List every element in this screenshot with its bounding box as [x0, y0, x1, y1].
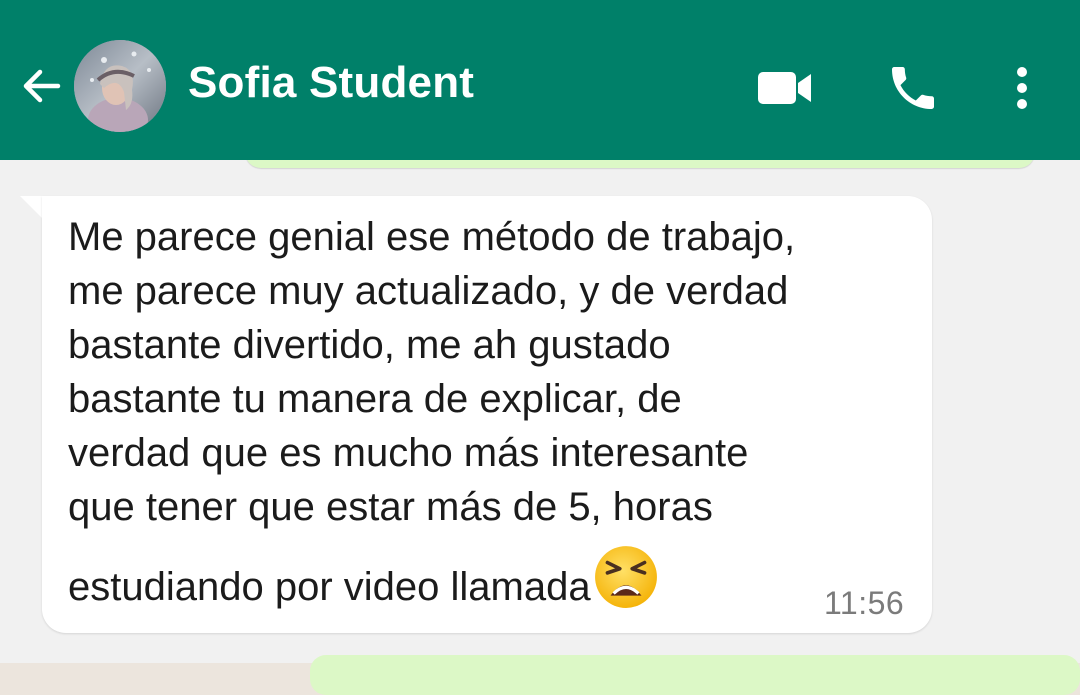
- contact-name[interactable]: Sofia Student: [188, 58, 474, 108]
- outgoing-message-bubble[interactable]: [310, 655, 1080, 695]
- more-vertical-icon: [1017, 67, 1027, 109]
- more-options-button[interactable]: [1002, 60, 1042, 116]
- message-line: Me parece genial ese método de trabajo,: [68, 215, 796, 259]
- tired-face-emoji: [594, 546, 657, 608]
- message-line: bastante divertido, me ah gustado: [68, 323, 671, 367]
- chat-header: Sofia Student: [0, 0, 1080, 160]
- arrow-left-icon: [23, 69, 61, 103]
- message-line: estudiando por video llamada: [68, 565, 591, 609]
- avatar-photo: [74, 40, 166, 132]
- video-call-button[interactable]: [755, 64, 815, 112]
- voice-call-button[interactable]: [885, 60, 941, 116]
- message-line: verdad que es mucho más interesante: [68, 431, 749, 475]
- message-line: bastante tu manera de explicar, de: [68, 377, 682, 421]
- message-text: Me parece genial ese método de trabajo, …: [68, 210, 918, 614]
- bubble-tail: [20, 196, 42, 218]
- message-line: me parece muy actualizado, y de verdad: [68, 269, 789, 313]
- back-button[interactable]: [18, 62, 66, 110]
- phone-icon: [892, 67, 934, 109]
- videocam-icon: [758, 72, 811, 104]
- message-line-last: estudiando por video llamada: [68, 544, 918, 614]
- avatar[interactable]: [74, 40, 166, 132]
- message-line: que tener que estar más de 5, horas: [68, 485, 713, 529]
- message-timestamp: 11:56: [824, 585, 905, 621]
